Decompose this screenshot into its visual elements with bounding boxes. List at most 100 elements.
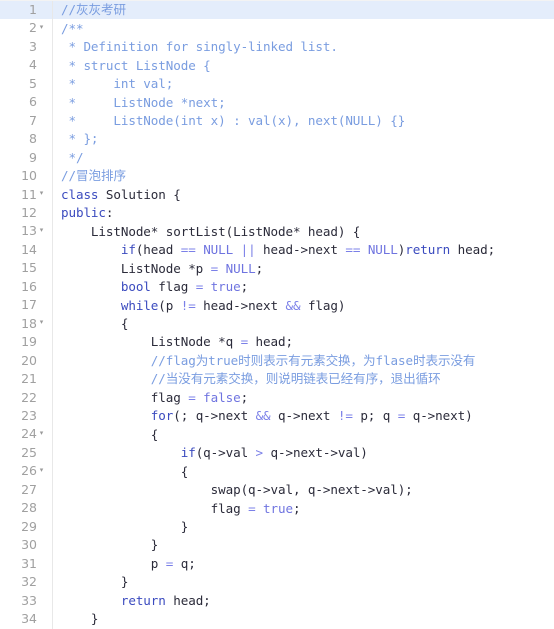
code-line-row[interactable]: 10▾ //冒泡排序: [0, 167, 554, 186]
line-number-gutter-cell[interactable]: 12▾: [0, 203, 53, 223]
line-number-gutter-cell[interactable]: 15▾: [0, 259, 53, 278]
code-line-row[interactable]: 20▾ //flag为true时则表示有元素交换，为flase时表示没有: [0, 351, 554, 371]
line-number-gutter-cell[interactable]: 7▾: [0, 111, 53, 131]
code-line-row[interactable]: 13 ▾ ListNode* sortList(ListNode* head) {: [0, 222, 554, 241]
line-number-gutter-cell[interactable]: 23▾: [0, 406, 53, 426]
line-number-gutter-cell[interactable]: 10▾: [0, 167, 53, 186]
code-line-content[interactable]: }: [52, 517, 554, 537]
line-number-gutter-cell[interactable]: 5▾: [0, 74, 53, 94]
code-line-row[interactable]: 7▾ * ListNode(int x) : val(x), next(NULL…: [0, 111, 554, 131]
fold-chevron-down-icon[interactable]: ▾: [37, 314, 46, 332]
line-number-gutter-cell[interactable]: 1▾: [0, 1, 53, 20]
line-number-gutter-cell[interactable]: 28▾: [0, 499, 53, 518]
code-line-content[interactable]: {: [52, 314, 554, 334]
code-line-content[interactable]: }: [52, 573, 554, 592]
line-number-gutter-cell[interactable]: 25▾: [0, 443, 53, 463]
line-number-gutter-cell[interactable]: 29▾: [0, 517, 53, 537]
code-line-content[interactable]: while(p != head->next && flag): [52, 296, 554, 315]
fold-chevron-down-icon[interactable]: ▾: [37, 185, 46, 203]
code-line-row[interactable]: 8▾ * };: [0, 130, 554, 149]
code-line-row[interactable]: 28▾ flag = true;: [0, 499, 554, 518]
code-line-row[interactable]: 22▾ flag = false;: [0, 388, 554, 407]
line-number-gutter-cell[interactable]: 27▾: [0, 480, 53, 500]
code-line-content[interactable]: * ListNode *next;: [52, 93, 554, 112]
line-number-gutter-cell[interactable]: 16▾: [0, 277, 53, 297]
code-line-row[interactable]: 19▾ ListNode *q = head;: [0, 333, 554, 352]
code-line-content[interactable]: //当没有元素交换，则说明链表已经有序，退出循环: [52, 370, 554, 389]
code-line-content[interactable]: if(head == NULL || head->next == NULL)re…: [52, 240, 554, 260]
code-line-content[interactable]: p = q;: [52, 554, 554, 574]
code-line-row[interactable]: 16▾ bool flag = true;: [0, 277, 554, 297]
fold-chevron-down-icon[interactable]: ▾: [37, 19, 46, 37]
line-number-gutter-cell[interactable]: 2 ▾: [0, 19, 53, 38]
fold-chevron-down-icon[interactable]: ▾: [37, 462, 46, 480]
code-line-content[interactable]: }: [52, 609, 554, 629]
code-line-content[interactable]: bool flag = true;: [52, 277, 554, 297]
code-line-content[interactable]: swap(q->val, q->next->val);: [52, 480, 554, 500]
code-line-content[interactable]: //冒泡排序: [52, 167, 554, 186]
code-line-content[interactable]: //灰灰考研: [52, 1, 554, 20]
code-line-row[interactable]: 30▾ }: [0, 536, 554, 555]
code-line-row[interactable]: 29▾ }: [0, 517, 554, 537]
code-line-row[interactable]: 12▾ public:: [0, 203, 554, 223]
code-line-row[interactable]: 31▾ p = q;: [0, 554, 554, 574]
code-line-row[interactable]: 26 ▾ {: [0, 462, 554, 481]
code-line-content[interactable]: {: [52, 462, 554, 481]
fold-chevron-down-icon[interactable]: ▾: [37, 425, 46, 443]
code-editor[interactable]: 1▾//灰灰考研2▾/**3▾ * Definition for singly-…: [0, 0, 554, 629]
fold-chevron-down-icon[interactable]: ▾: [37, 222, 46, 240]
line-number-gutter-cell[interactable]: 17▾: [0, 296, 53, 315]
code-line-content[interactable]: ListNode *p = NULL;: [52, 259, 554, 278]
line-number-gutter-cell[interactable]: 34▾: [0, 609, 53, 629]
code-line-row[interactable]: 14▾ if(head == NULL || head->next == NUL…: [0, 240, 554, 260]
code-line-row[interactable]: 34▾ }: [0, 609, 554, 629]
line-number-gutter-cell[interactable]: 8▾: [0, 130, 53, 149]
code-line-row[interactable]: 18 ▾ {: [0, 314, 554, 334]
code-line-content[interactable]: public:: [52, 203, 554, 223]
code-line-content[interactable]: //flag为true时则表示有元素交换，为flase时表示没有: [52, 351, 554, 371]
line-number-gutter-cell[interactable]: 13 ▾: [0, 222, 53, 241]
line-number-gutter-cell[interactable]: 32▾: [0, 573, 53, 592]
code-line-content[interactable]: * struct ListNode {: [52, 56, 554, 75]
line-number-gutter-cell[interactable]: 6▾: [0, 93, 53, 112]
code-line-row[interactable]: 11 ▾ class Solution {: [0, 185, 554, 204]
code-line-row[interactable]: 3▾ * Definition for singly-linked list.: [0, 37, 554, 57]
code-line-content[interactable]: /**: [52, 19, 554, 38]
code-line-content[interactable]: ListNode *q = head;: [52, 333, 554, 352]
code-line-content[interactable]: */: [52, 148, 554, 168]
code-line-row[interactable]: 15▾ ListNode *p = NULL;: [0, 259, 554, 278]
code-line-content[interactable]: flag = false;: [52, 388, 554, 407]
code-line-content[interactable]: if(q->val > q->next->val): [52, 443, 554, 463]
code-line-row[interactable]: 17▾ while(p != head->next && flag): [0, 296, 554, 315]
code-line-content[interactable]: * ListNode(int x) : val(x), next(NULL) {…: [52, 111, 554, 131]
line-number-gutter-cell[interactable]: 30▾: [0, 536, 53, 555]
code-line-row[interactable]: 23▾ for(; q->next && q->next != p; q = q…: [0, 406, 554, 426]
line-number-gutter-cell[interactable]: 22▾: [0, 388, 53, 407]
line-number-gutter-cell[interactable]: 9▾: [0, 148, 53, 168]
code-line-row[interactable]: 4▾ * struct ListNode {: [0, 56, 554, 75]
line-number-gutter-cell[interactable]: 31▾: [0, 554, 53, 574]
line-number-gutter-cell[interactable]: 21▾: [0, 370, 53, 389]
code-line-content[interactable]: * Definition for singly-linked list.: [52, 37, 554, 57]
code-line-row[interactable]: 21▾ //当没有元素交换，则说明链表已经有序，退出循环: [0, 370, 554, 389]
line-number-gutter-cell[interactable]: 19▾: [0, 333, 53, 352]
code-line-content[interactable]: * int val;: [52, 74, 554, 94]
code-line-content[interactable]: {: [52, 425, 554, 444]
code-line-content[interactable]: flag = true;: [52, 499, 554, 518]
code-line-row[interactable]: 33▾ return head;: [0, 591, 554, 610]
line-number-gutter-cell[interactable]: 33▾: [0, 591, 53, 610]
code-line-content[interactable]: return head;: [52, 591, 554, 610]
code-line-row[interactable]: 6▾ * ListNode *next;: [0, 93, 554, 112]
code-line-content[interactable]: }: [52, 536, 554, 555]
line-number-gutter-cell[interactable]: 24 ▾: [0, 425, 53, 444]
code-line-content[interactable]: class Solution {: [52, 185, 554, 204]
line-number-gutter-cell[interactable]: 3▾: [0, 37, 53, 57]
line-number-gutter-cell[interactable]: 20▾: [0, 351, 53, 371]
code-line-row[interactable]: 2 ▾ /**: [0, 19, 554, 38]
code-line-content[interactable]: for(; q->next && q->next != p; q = q->ne…: [52, 406, 554, 426]
code-line-row[interactable]: 24 ▾ {: [0, 425, 554, 444]
line-number-gutter-cell[interactable]: 18 ▾: [0, 314, 53, 334]
code-line-row[interactable]: 25▾ if(q->val > q->next->val): [0, 443, 554, 463]
line-number-gutter-cell[interactable]: 14▾: [0, 240, 53, 260]
code-line-content[interactable]: * };: [52, 130, 554, 149]
